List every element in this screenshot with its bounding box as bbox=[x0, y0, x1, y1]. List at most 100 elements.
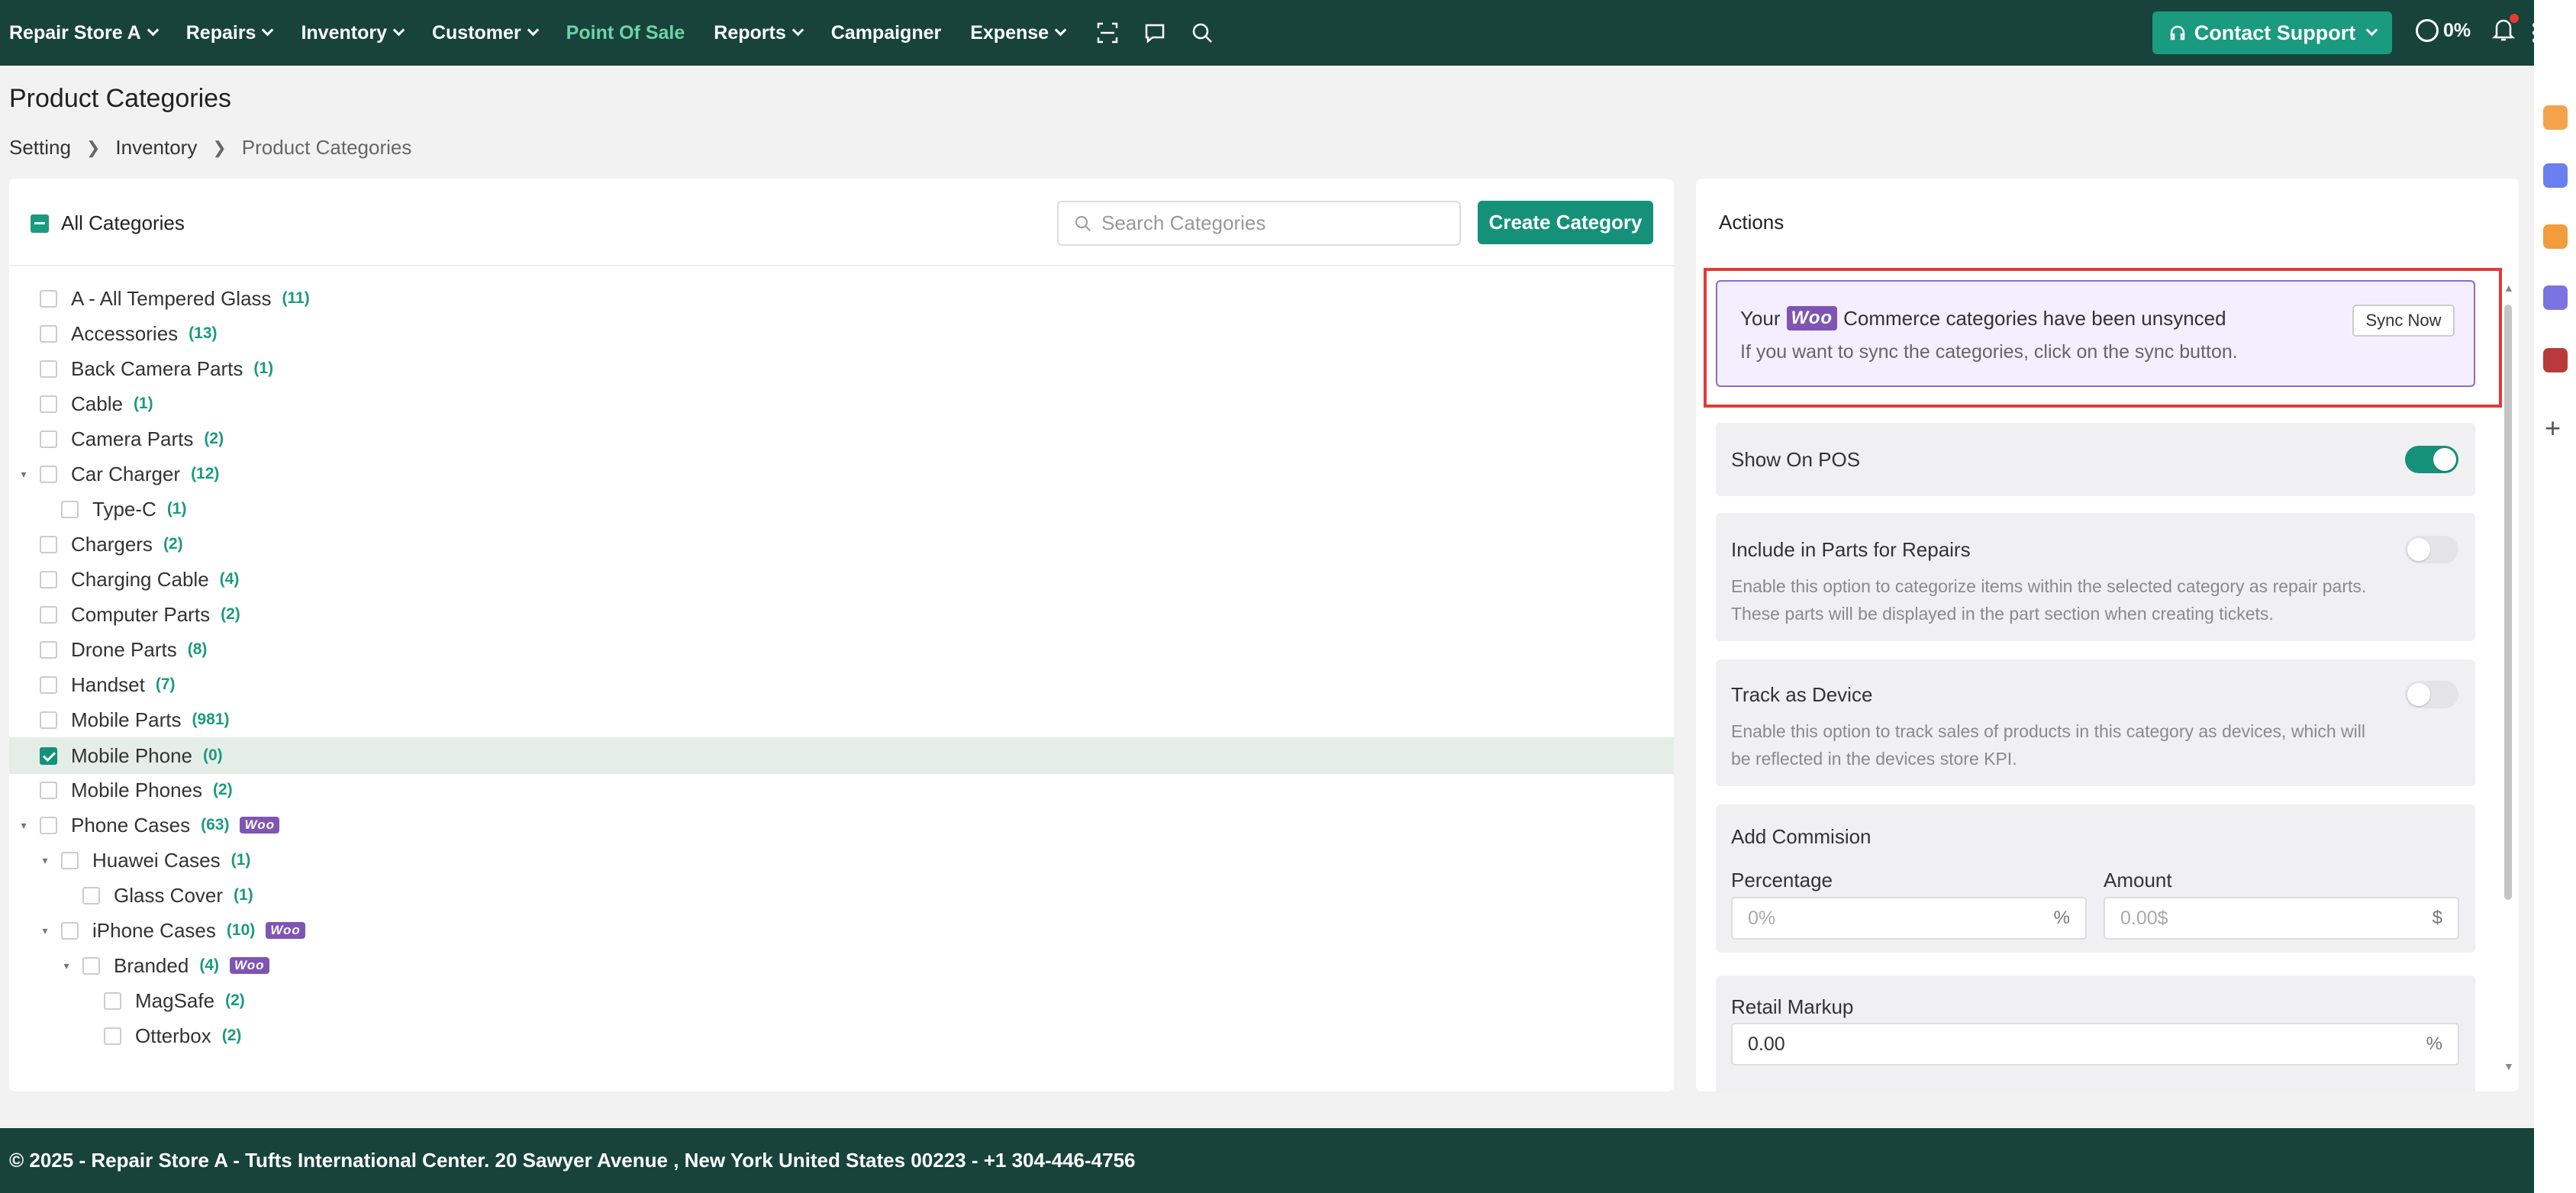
nav-inventory[interactable]: Inventory bbox=[301, 22, 405, 44]
category-row[interactable]: MagSafe (2) bbox=[9, 983, 1674, 1018]
category-row[interactable]: Type-C (1) bbox=[9, 492, 1674, 527]
category-row[interactable]: Otterbox (2) bbox=[9, 1018, 1674, 1053]
row-checkbox[interactable] bbox=[40, 605, 57, 624]
category-row[interactable]: ▾ Branded (4) Woo bbox=[9, 948, 1674, 983]
store-switcher[interactable]: Repair Store A bbox=[9, 21, 160, 44]
show-on-pos-toggle[interactable] bbox=[2405, 446, 2458, 473]
caret-down-icon[interactable]: ▾ bbox=[61, 959, 72, 972]
search-input[interactable] bbox=[1101, 211, 1445, 235]
shop-icon[interactable] bbox=[2543, 105, 2568, 130]
contact-support-button[interactable]: Contact Support bbox=[2152, 11, 2392, 54]
category-row[interactable]: Charging Cable (4) bbox=[9, 562, 1674, 597]
parts-for-repairs-toggle[interactable] bbox=[2405, 536, 2458, 563]
nav-reports[interactable]: Reports bbox=[714, 22, 804, 44]
sync-now-button[interactable]: Sync Now bbox=[2352, 305, 2455, 337]
track-device-toggle[interactable] bbox=[2405, 681, 2458, 708]
category-row[interactable]: Computer Parts (2) bbox=[9, 597, 1674, 632]
category-row[interactable]: ▾ Car Charger (12) bbox=[9, 456, 1674, 492]
create-category-button[interactable]: Create Category bbox=[1478, 201, 1653, 244]
scroll-up-icon[interactable]: ▲ bbox=[2503, 282, 2514, 294]
breadcrumb-setting[interactable]: Setting bbox=[9, 136, 71, 160]
category-row[interactable]: Camera Parts (2) bbox=[9, 421, 1674, 456]
caret-down-icon[interactable]: ▾ bbox=[18, 819, 29, 831]
caret-down-icon[interactable]: ▾ bbox=[40, 854, 50, 866]
row-checkbox[interactable] bbox=[40, 781, 57, 799]
row-checkbox[interactable] bbox=[40, 289, 57, 308]
nav-customer[interactable]: Customer bbox=[432, 22, 539, 44]
row-checkbox[interactable] bbox=[61, 500, 79, 518]
category-row[interactable]: Back Camera Parts (1) bbox=[9, 351, 1674, 386]
row-checkbox[interactable] bbox=[82, 886, 100, 904]
row-checkbox[interactable] bbox=[40, 816, 57, 834]
row-checkbox-checked[interactable] bbox=[40, 746, 57, 765]
amount-input[interactable] bbox=[2120, 907, 2394, 930]
row-checkbox[interactable] bbox=[40, 360, 57, 378]
category-row[interactable]: Accessories (13) bbox=[9, 316, 1674, 351]
percentage-field[interactable]: % bbox=[1731, 897, 2087, 940]
select-all-checkbox[interactable] bbox=[31, 214, 49, 233]
row-checkbox[interactable] bbox=[61, 921, 79, 940]
chat-icon[interactable] bbox=[1141, 19, 1169, 47]
row-label: Huawei Cases bbox=[92, 848, 221, 872]
scroll-down-icon[interactable]: ▼ bbox=[2503, 1060, 2514, 1072]
scroll-thumb[interactable] bbox=[2504, 305, 2512, 900]
row-checkbox[interactable] bbox=[40, 711, 57, 729]
category-row[interactable]: A - All Tempered Glass (11) bbox=[9, 281, 1674, 316]
retail-markup-field[interactable]: % bbox=[1731, 1023, 2459, 1066]
category-row[interactable]: ▾ Huawei Cases (1) bbox=[9, 843, 1674, 878]
retail-markup-input[interactable] bbox=[1748, 1033, 2339, 1056]
row-checkbox[interactable] bbox=[82, 956, 100, 975]
row-checkbox[interactable] bbox=[40, 465, 57, 483]
nav-expense[interactable]: Expense bbox=[970, 22, 1067, 44]
nav-point-of-sale[interactable]: Point Of Sale bbox=[566, 22, 685, 44]
row-checkbox[interactable] bbox=[40, 675, 57, 694]
all-categories-toggle[interactable]: All Categories bbox=[31, 211, 185, 235]
category-row[interactable]: Chargers (2) bbox=[9, 527, 1674, 562]
category-row[interactable]: ▾ iPhone Cases (10) Woo bbox=[9, 913, 1674, 948]
category-row[interactable]: ▾ Phone Cases (63) Woo bbox=[9, 808, 1674, 843]
category-row[interactable]: Cable (1) bbox=[9, 386, 1674, 421]
row-checkbox[interactable] bbox=[40, 324, 57, 343]
row-label: Drone Parts bbox=[71, 637, 177, 661]
category-row[interactable]: Mobile Phones (2) bbox=[9, 772, 1674, 808]
actions-scrollbar[interactable]: ▲ ▼ bbox=[2501, 282, 2515, 1075]
nav-repairs[interactable]: Repairs bbox=[186, 22, 274, 44]
percentage-label: Percentage bbox=[1731, 869, 1833, 892]
row-checkbox[interactable] bbox=[104, 1027, 121, 1045]
search-icon[interactable] bbox=[1188, 19, 1216, 47]
notes-icon[interactable] bbox=[2543, 224, 2568, 249]
row-checkbox[interactable] bbox=[40, 640, 57, 659]
row-checkbox[interactable] bbox=[40, 395, 57, 413]
row-checkbox[interactable] bbox=[104, 991, 121, 1010]
percentage-input[interactable] bbox=[1748, 907, 2022, 930]
category-search[interactable] bbox=[1057, 201, 1461, 246]
row-checkbox[interactable] bbox=[40, 430, 57, 448]
row-checkbox[interactable] bbox=[40, 535, 57, 553]
caret-down-icon[interactable]: ▾ bbox=[40, 924, 50, 937]
caret-down-icon[interactable]: ▾ bbox=[18, 468, 29, 480]
breadcrumb-inventory[interactable]: Inventory bbox=[115, 136, 197, 160]
progress-indicator[interactable]: 0% bbox=[2416, 19, 2471, 42]
amount-field[interactable]: $ bbox=[2104, 897, 2459, 940]
row-label: Car Charger bbox=[71, 462, 181, 485]
category-row[interactable]: Drone Parts (8) bbox=[9, 632, 1674, 667]
nav-campaigner[interactable]: Campaigner bbox=[831, 22, 941, 44]
category-row[interactable]: Handset (7) bbox=[9, 667, 1674, 702]
scan-icon[interactable] bbox=[1094, 19, 1121, 47]
category-row-selected[interactable]: Mobile Phone (0) bbox=[9, 737, 1674, 774]
row-checkbox[interactable] bbox=[40, 570, 57, 588]
row-checkbox[interactable] bbox=[61, 851, 79, 869]
card-icon[interactable] bbox=[2543, 348, 2568, 372]
row-count: (7) bbox=[155, 675, 176, 693]
category-row[interactable]: Mobile Parts (981) bbox=[9, 702, 1674, 737]
chat-bubbles-icon[interactable] bbox=[2543, 163, 2568, 188]
footer: © 2025 - Repair Store A - Tufts Internat… bbox=[0, 1128, 2534, 1193]
add-icon[interactable]: + bbox=[2545, 412, 2561, 444]
commission-card: Add Commision Percentage Amount % $ bbox=[1716, 804, 2475, 953]
row-count: (12) bbox=[191, 465, 220, 482]
tag-icon[interactable] bbox=[2543, 285, 2568, 310]
category-row[interactable]: Glass Cover (1) bbox=[9, 878, 1674, 913]
page-title: Product Categories bbox=[9, 84, 232, 113]
store-name: Repair Store A bbox=[9, 21, 141, 44]
actions-panel: Actions Your Woo Commerce categories hav… bbox=[1696, 179, 2519, 1091]
